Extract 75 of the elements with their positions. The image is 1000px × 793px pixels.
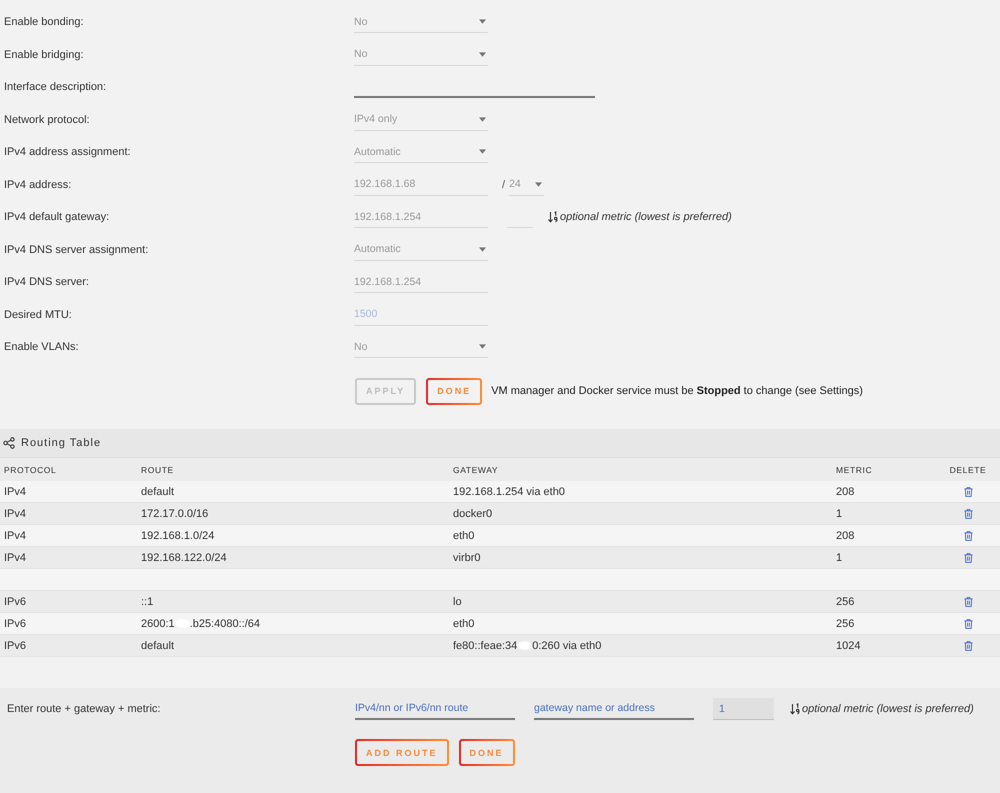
protocol-text: IPv4 <box>4 530 26 542</box>
trash-icon[interactable] <box>964 640 972 651</box>
metric-text: 1 <box>836 552 842 564</box>
protocol-text: IPv6 <box>4 618 26 630</box>
column-header: METRIC <box>836 464 872 474</box>
done-button[interactable]: DONE <box>458 739 515 766</box>
gateway-text: 0:260 via eth0 <box>532 640 602 652</box>
metric-text: 1 <box>836 508 842 520</box>
metric-text: 256 <box>836 596 854 608</box>
caret-icon <box>479 116 486 122</box>
sort-numeric-icon <box>548 211 558 224</box>
metric-text: 208 <box>836 486 854 498</box>
route-text: .b25:4080::/64 <box>190 618 260 630</box>
route-text: default <box>141 486 174 498</box>
gateway-text: docker0 <box>453 508 492 520</box>
field-label: Enter route + gateway + metric: <box>7 703 160 715</box>
field-label: IPv4 default gateway: <box>4 211 110 224</box>
field-label: Enable bonding: <box>4 16 84 28</box>
hint-text: optional metric (lowest is preferred) <box>560 211 732 224</box>
field-label: Network protocol: <box>4 114 90 126</box>
caret-icon <box>479 52 486 57</box>
protocol-text: IPv4 <box>4 486 26 498</box>
protocol-text: IPv6 <box>4 596 26 608</box>
gateway-text: eth0 <box>453 618 474 630</box>
status-note: VM manager and Docker service must be Stopped to change (see Settings) <box>491 385 863 397</box>
field-label: Enable VLANs: <box>4 341 79 354</box>
trash-icon[interactable] <box>964 596 972 607</box>
metric-field[interactable]: 1 <box>713 698 774 720</box>
caret-icon <box>479 149 486 154</box>
caret-icon <box>479 246 486 252</box>
trash-icon[interactable] <box>964 530 972 541</box>
field-label: Desired MTU: <box>4 308 72 321</box>
input-field[interactable]: gateway name or address <box>534 698 694 720</box>
trash-icon[interactable] <box>964 618 972 629</box>
caret-icon <box>479 344 486 350</box>
trash-icon[interactable] <box>964 508 972 519</box>
section-title: Routing Table <box>21 437 102 449</box>
gateway-text: fe80::feae:34 <box>453 640 518 652</box>
caret-icon <box>479 19 486 24</box>
metric-text: 256 <box>836 618 854 630</box>
hint-text: optional metric (lowest is preferred) <box>802 703 974 715</box>
gateway-text: lo <box>453 596 462 608</box>
trash-icon[interactable] <box>964 552 972 563</box>
column-header: GATEWAY <box>453 464 498 474</box>
gateway-text: virbr0 <box>453 552 481 564</box>
slash-separator: / <box>502 178 506 191</box>
route-text: 192.168.122.0/24 <box>141 552 227 564</box>
caret-icon <box>535 182 542 187</box>
route-text: ::1 <box>141 596 154 608</box>
column-header: ROUTE <box>141 464 174 474</box>
protocol-text: IPv6 <box>4 640 26 652</box>
protocol-text: IPv4 <box>4 552 26 564</box>
field-label: IPv4 DNS server: <box>4 276 89 288</box>
protocol-text: IPv4 <box>4 508 26 520</box>
route-text: 2600:1 <box>141 618 175 630</box>
done-button[interactable]: DONE <box>426 378 482 404</box>
column-header: PROTOCOL <box>4 464 56 474</box>
input-field[interactable]: IPv4/nn or IPv6/nn route <box>355 698 515 720</box>
route-text: 192.168.1.0/24 <box>141 530 214 542</box>
share-icon <box>3 437 15 449</box>
route-text: 172.17.0.0/16 <box>141 508 208 520</box>
metric-text: 1024 <box>836 640 860 652</box>
sort-numeric-icon <box>790 703 800 715</box>
gateway-text: eth0 <box>453 530 474 542</box>
column-header: DELETE <box>950 464 986 474</box>
field-label: Enable bridging: <box>4 48 84 61</box>
field-label: IPv4 address: <box>4 178 72 191</box>
route-text: default <box>141 640 174 652</box>
add-route-button[interactable]: ADD ROUTE <box>355 739 448 766</box>
field-label: Interface description: <box>4 81 106 94</box>
field-label: IPv4 address assignment: <box>4 146 131 158</box>
metric-text: 208 <box>836 530 854 542</box>
field-label: IPv4 DNS server assignment: <box>4 244 148 256</box>
trash-icon[interactable] <box>964 486 972 497</box>
gateway-text: 192.168.1.254 via eth0 <box>453 486 565 498</box>
